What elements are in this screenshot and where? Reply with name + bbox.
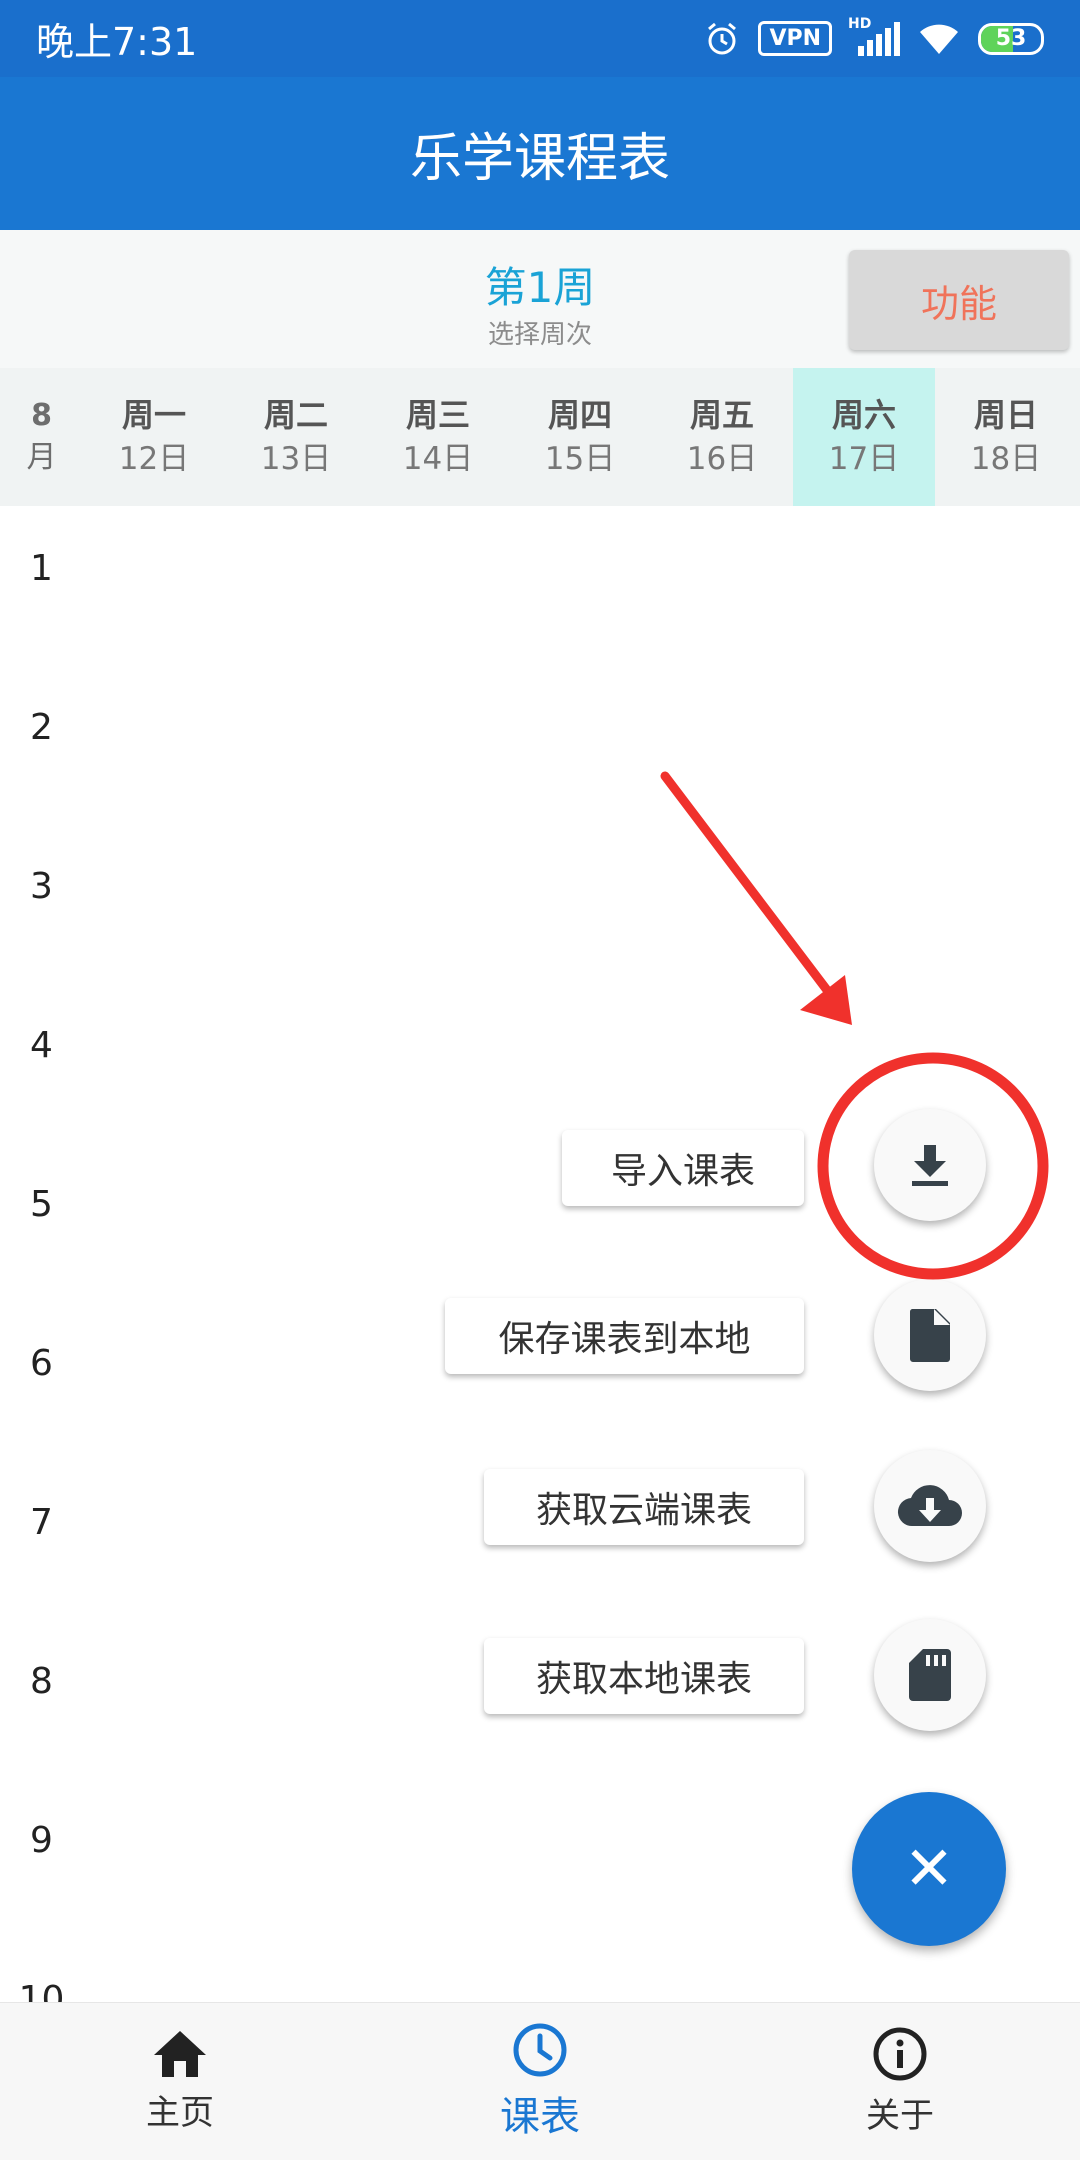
- app-title: 乐学课程表: [409, 129, 670, 189]
- nav-home-label: 主页: [146, 2093, 214, 2133]
- close-icon: ✕: [903, 1834, 955, 1904]
- nav-home[interactable]: 主页: [0, 2003, 360, 2160]
- day-column-wed[interactable]: 周三 14日: [367, 368, 509, 506]
- get-cloud-schedule-label[interactable]: 获取云端课表: [484, 1469, 804, 1545]
- close-fab-button[interactable]: ✕: [852, 1792, 1006, 1946]
- period-label: 5: [30, 1184, 53, 1225]
- week-header: 第1周 选择周次 功能: [0, 230, 1080, 368]
- get-local-schedule-button[interactable]: [874, 1619, 986, 1731]
- day-column-tue[interactable]: 周二 13日: [225, 368, 367, 506]
- period-label: 8: [30, 1661, 53, 1702]
- month-number: 8: [31, 398, 52, 433]
- period-label: 9: [30, 1820, 53, 1861]
- clock-icon: [513, 2023, 567, 2076]
- day-name: 周三: [405, 396, 470, 434]
- day-name: 周日: [973, 396, 1038, 434]
- battery-percent: 53: [995, 26, 1027, 51]
- period-label: 1: [30, 548, 53, 589]
- period-label: 4: [30, 1025, 53, 1066]
- day-name: 周六: [831, 396, 896, 434]
- hd-label: HD: [848, 15, 872, 32]
- day-date: 17日: [828, 441, 900, 477]
- day-column-mon[interactable]: 周一 12日: [83, 368, 225, 506]
- status-bar: 晚上7:31 VPN HD 53: [0, 0, 1080, 77]
- save-schedule-local-label[interactable]: 保存课表到本地: [445, 1298, 804, 1374]
- annotation-arrow-line: [660, 771, 841, 1007]
- function-button[interactable]: 功能: [849, 250, 1069, 350]
- info-icon: [873, 2027, 927, 2081]
- import-schedule-label[interactable]: 导入课表: [562, 1130, 804, 1206]
- nav-schedule[interactable]: 课表: [360, 2003, 720, 2160]
- status-time: 晚上7:31: [36, 20, 198, 64]
- annotation-arrow-head: [800, 975, 852, 1025]
- day-name: 周四: [547, 396, 612, 434]
- get-cloud-schedule-button[interactable]: [874, 1450, 986, 1562]
- period-label: 2: [30, 707, 53, 748]
- battery-icon: 53: [978, 22, 1044, 55]
- period-label: 3: [30, 866, 53, 907]
- signal-icon: HD: [848, 16, 900, 56]
- day-name: 周一: [121, 396, 186, 434]
- nav-about[interactable]: 关于: [720, 2003, 1080, 2160]
- days-row: 8 月 周一 12日 周二 13日 周三 14日 周四 15日 周五 16日 周…: [0, 368, 1080, 506]
- period-label: 7: [30, 1502, 53, 1543]
- download-icon: [912, 1145, 948, 1186]
- day-column-sat[interactable]: 周六 17日: [793, 368, 935, 506]
- day-date: 14日: [402, 441, 474, 477]
- app-bar: 乐学课程表: [0, 77, 1080, 230]
- day-column-thu[interactable]: 周四 15日: [509, 368, 651, 506]
- day-date: 13日: [260, 441, 332, 477]
- day-date: 18日: [970, 441, 1042, 477]
- month-unit: 月: [26, 440, 57, 475]
- cloud-download-icon: [897, 1485, 962, 1527]
- file-icon: [909, 1309, 950, 1362]
- save-schedule-local-button[interactable]: [874, 1279, 986, 1391]
- bottom-nav: 主页 课表 关于: [0, 2002, 1080, 2160]
- status-icons: VPN HD 53: [704, 16, 1044, 57]
- import-schedule-button[interactable]: [874, 1109, 986, 1221]
- day-date: 12日: [118, 441, 190, 477]
- home-icon: [154, 2031, 206, 2077]
- day-name: 周五: [689, 396, 754, 434]
- vpn-badge: VPN: [758, 21, 832, 56]
- nav-schedule-label: 课表: [500, 2093, 580, 2140]
- month-cell: 8 月: [0, 368, 83, 506]
- get-local-schedule-label[interactable]: 获取本地课表: [484, 1638, 804, 1714]
- nav-about-label: 关于: [866, 2096, 934, 2136]
- day-date: 16日: [686, 441, 758, 477]
- alarm-icon: [708, 22, 737, 54]
- day-date: 15日: [544, 441, 616, 477]
- sd-card-icon: [909, 1649, 951, 1701]
- wifi-icon: [920, 24, 958, 54]
- period-label: 6: [30, 1343, 53, 1384]
- day-name: 周二: [263, 396, 328, 434]
- day-column-fri[interactable]: 周五 16日: [651, 368, 793, 506]
- day-column-sun[interactable]: 周日 18日: [935, 368, 1077, 506]
